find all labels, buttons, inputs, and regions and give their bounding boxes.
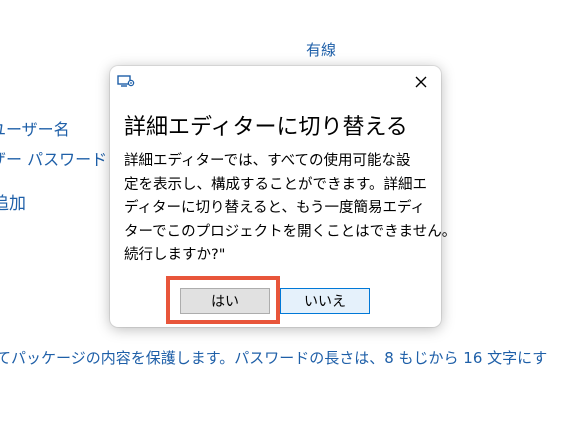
no-button[interactable]: いいえ: [280, 288, 370, 314]
page: 有線 ユーザー名 ザー パスワード 追加 てパッケージの内容を保護します。パスワ…: [0, 0, 567, 425]
yes-button[interactable]: はい: [180, 288, 270, 314]
dialog-message-line: ディターに切り替えると、もう一度簡易エディ: [124, 200, 426, 216]
dialog-message-line: 定を表示し、構成することができます。詳細エ: [124, 176, 428, 193]
username-label: ユーザー名: [0, 120, 70, 139]
wired-label[interactable]: 有線: [306, 39, 336, 60]
add-link[interactable]: 追加: [0, 189, 26, 214]
dialog-message: 詳細エディターでは、すべての使用可能な設 定を表示し、構成することができます。詳…: [124, 150, 457, 268]
password-info-text: てパッケージの内容を保護します。パスワードの長さは、8 もじから 16 文字にす: [0, 349, 548, 367]
user-password-label: ザー パスワード: [0, 150, 108, 169]
dialog-title: 詳細エディターに切り替える: [124, 115, 408, 140]
network-settings-icon: [117, 75, 135, 87]
dialog-message-line: 続行しますか?": [124, 247, 226, 263]
close-button[interactable]: [411, 72, 431, 92]
dialog-message-line: ターでこのプロジェクトを開くことはできません。: [124, 223, 457, 240]
dialog-message-line: 詳細エディターでは、すべての使用可能な設: [124, 153, 411, 169]
close-icon: [415, 76, 427, 88]
